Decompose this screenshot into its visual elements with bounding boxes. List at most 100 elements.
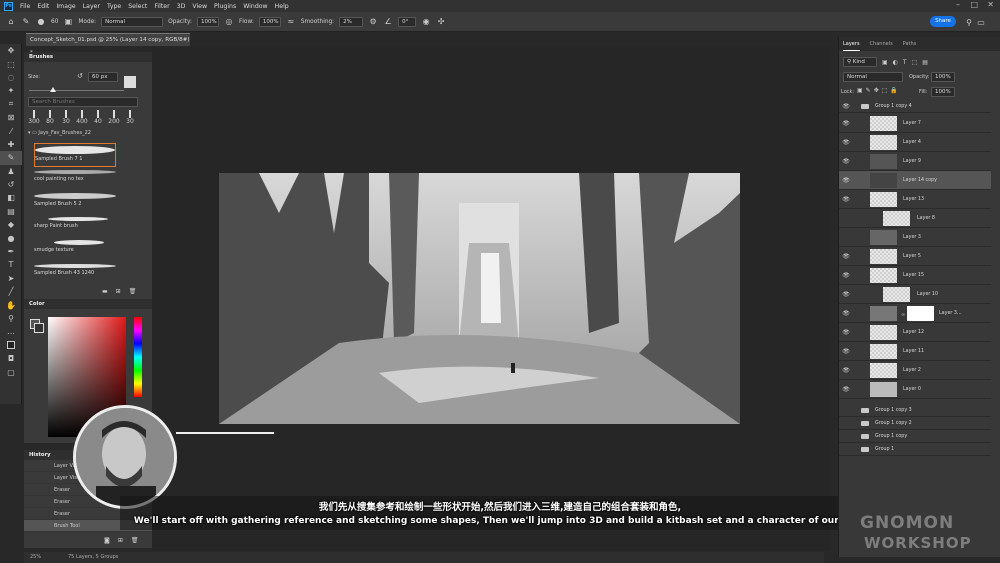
layer-row[interactable]: 👁 Layer 11 [839,342,991,361]
eye-icon[interactable]: 👁 [842,152,850,171]
move-tool-icon[interactable]: ✥ [0,44,22,57]
hand-tool-icon[interactable]: ✋ [0,298,22,311]
marquee-tool-icon[interactable]: ⬚ [0,57,22,70]
screen-mode-icon[interactable]: ▢ [0,365,22,378]
zoom-level[interactable]: 25% [30,552,41,563]
eraser-tool-icon[interactable]: ◧ [0,191,22,204]
layer-opacity-input[interactable]: 100% [931,72,955,82]
layer-mask-thumbnail[interactable] [907,306,934,321]
eye-icon[interactable]: 👁 [842,247,850,266]
menu-view[interactable]: View [192,3,207,10]
layer-row[interactable]: 👁 Layer 15 [839,266,991,285]
preset-item[interactable]: 300 [28,110,40,126]
eye-icon[interactable]: 👁 [842,361,850,380]
mode-select[interactable]: Normal [101,16,164,27]
layer-row-selected[interactable]: 👁 Layer 14 copy [839,171,991,190]
quick-select-tool-icon[interactable]: ✦ [0,84,22,97]
layer-row[interactable]: 👁 Layer 5 [839,247,991,266]
layer-group[interactable]: Group 1 copy 3 [839,404,991,417]
add-icon[interactable]: ⊞ [116,288,121,295]
type-tool-icon[interactable]: T [0,258,22,271]
menu-3d[interactable]: 3D [177,3,186,10]
frame-tool-icon[interactable]: ⊠ [0,111,22,124]
doc-info[interactable]: 75 Layers, 5 Groups [68,552,118,563]
brush-tool-icon[interactable]: ✎ [21,17,31,27]
angle-input[interactable]: 0° [398,16,417,27]
menu-file[interactable]: File [20,3,30,10]
eyedropper-tool-icon[interactable]: ⁄ [0,124,22,137]
pressure-size-icon[interactable]: ◉ [421,17,431,27]
more-tools-icon[interactable]: … [0,325,22,338]
document-tab[interactable]: Concept_Sketch_01.psd @ 25% (Layer 14 co… [26,33,190,56]
brush-folder[interactable]: ▾ ▭ Jays_Fav_Brushes_22 [28,130,91,136]
hue-slider[interactable] [134,317,142,397]
menu-type[interactable]: Type [107,3,121,10]
layer-row[interactable]: 👁 Layer 10 [839,285,991,304]
type-filter-icon[interactable]: T [903,59,907,66]
shape-filter-icon[interactable]: ⬚ [912,59,918,66]
menu-window[interactable]: Window [243,3,267,10]
preset-item[interactable]: 30 [124,110,136,126]
opacity-input[interactable]: 100% [196,16,219,27]
menu-filter[interactable]: Filter [154,3,169,10]
eye-icon[interactable]: 👁 [842,171,850,190]
menu-image[interactable]: Image [56,3,75,10]
eye-icon[interactable]: 👁 [842,304,850,323]
preset-item[interactable]: 200 [108,110,120,126]
maximize-icon[interactable]: □ [970,0,978,9]
camera-icon[interactable]: ◙ [104,537,110,544]
kind-filter-select[interactable]: ⚲ Kind [843,57,877,67]
layer-row[interactable]: 👁 Layer 2 [839,361,991,380]
menu-edit[interactable]: Edit [37,3,49,10]
layer-row[interactable]: 👁 Layer 9 [839,152,991,171]
menu-plugins[interactable]: Plugins [214,3,236,10]
eye-icon[interactable]: 👁 [842,323,850,342]
brush-item-selected[interactable]: Sampled Brush 7 1 [34,143,116,167]
stamp-tool-icon[interactable]: ♟ [0,165,22,178]
preset-item[interactable]: 400 [76,110,88,126]
eye-icon[interactable]: 👁 [842,380,850,399]
eye-icon[interactable]: 👁 [842,190,850,209]
blend-mode-select[interactable]: Normal [843,72,903,82]
search-icon[interactable]: ⚲ [964,17,974,27]
artwork-canvas[interactable] [219,173,740,424]
color-swatches-icon[interactable] [0,339,22,352]
size-slider[interactable] [29,90,124,91]
preset-item[interactable]: 30 [60,110,72,126]
pressure-opacity-icon[interactable]: ◎ [224,17,234,27]
menu-help[interactable]: Help [275,3,289,10]
layer-row[interactable]: 👁 Layer 4 [839,133,991,152]
eye-icon[interactable]: 👁 [842,133,850,152]
history-brush-icon[interactable]: ↺ [0,178,22,191]
trash-icon[interactable]: 🗑 [129,288,137,295]
brush-tool-icon-active[interactable]: ✎ [0,151,22,165]
reset-icon[interactable]: ↺ [77,72,83,80]
smart-filter-icon[interactable]: ▤ [922,59,928,66]
adjust-filter-icon[interactable]: ◐ [893,59,898,66]
layer-row[interactable]: 👁 ∞ Layer 3... [839,304,991,323]
tab-channels[interactable]: Channels [870,37,893,51]
background-swatch[interactable] [34,323,44,333]
layer-row[interactable]: 👁 Layer 13 [839,190,991,209]
new-snapshot-icon[interactable]: ⊞ [118,537,123,544]
blur-tool-icon[interactable]: ◆ [0,218,22,231]
layer-row[interactable]: Layer 8 [839,209,991,228]
zoom-tool-icon[interactable]: ⚲ [0,312,22,325]
layer-group-open[interactable]: 👁 Group 1 copy 4 [839,100,991,113]
menu-layer[interactable]: Layer [83,3,100,10]
eye-icon[interactable]: 👁 [842,100,850,113]
minimize-icon[interactable]: – [956,0,960,9]
brush-item[interactable]: cool painting no tex [34,168,116,192]
layer-row[interactable]: Layer 3 [839,228,991,247]
size-slider-thumb[interactable] [50,87,56,92]
gradient-tool-icon[interactable]: ▤ [0,205,22,218]
brush-item[interactable]: Sampled Brush 43 1240 [34,262,116,286]
brush-item[interactable]: sharp Paint brush [34,215,116,239]
preset-item[interactable]: 80 [44,110,56,126]
trash-icon[interactable]: 🗑 [131,537,139,544]
healing-tool-icon[interactable]: ✚ [0,138,22,151]
menu-select[interactable]: Select [128,3,147,10]
line-tool-icon[interactable]: ╱ [0,285,22,298]
layer-row[interactable]: 👁 Layer 12 [839,323,991,342]
eye-icon[interactable]: 👁 [842,285,850,304]
